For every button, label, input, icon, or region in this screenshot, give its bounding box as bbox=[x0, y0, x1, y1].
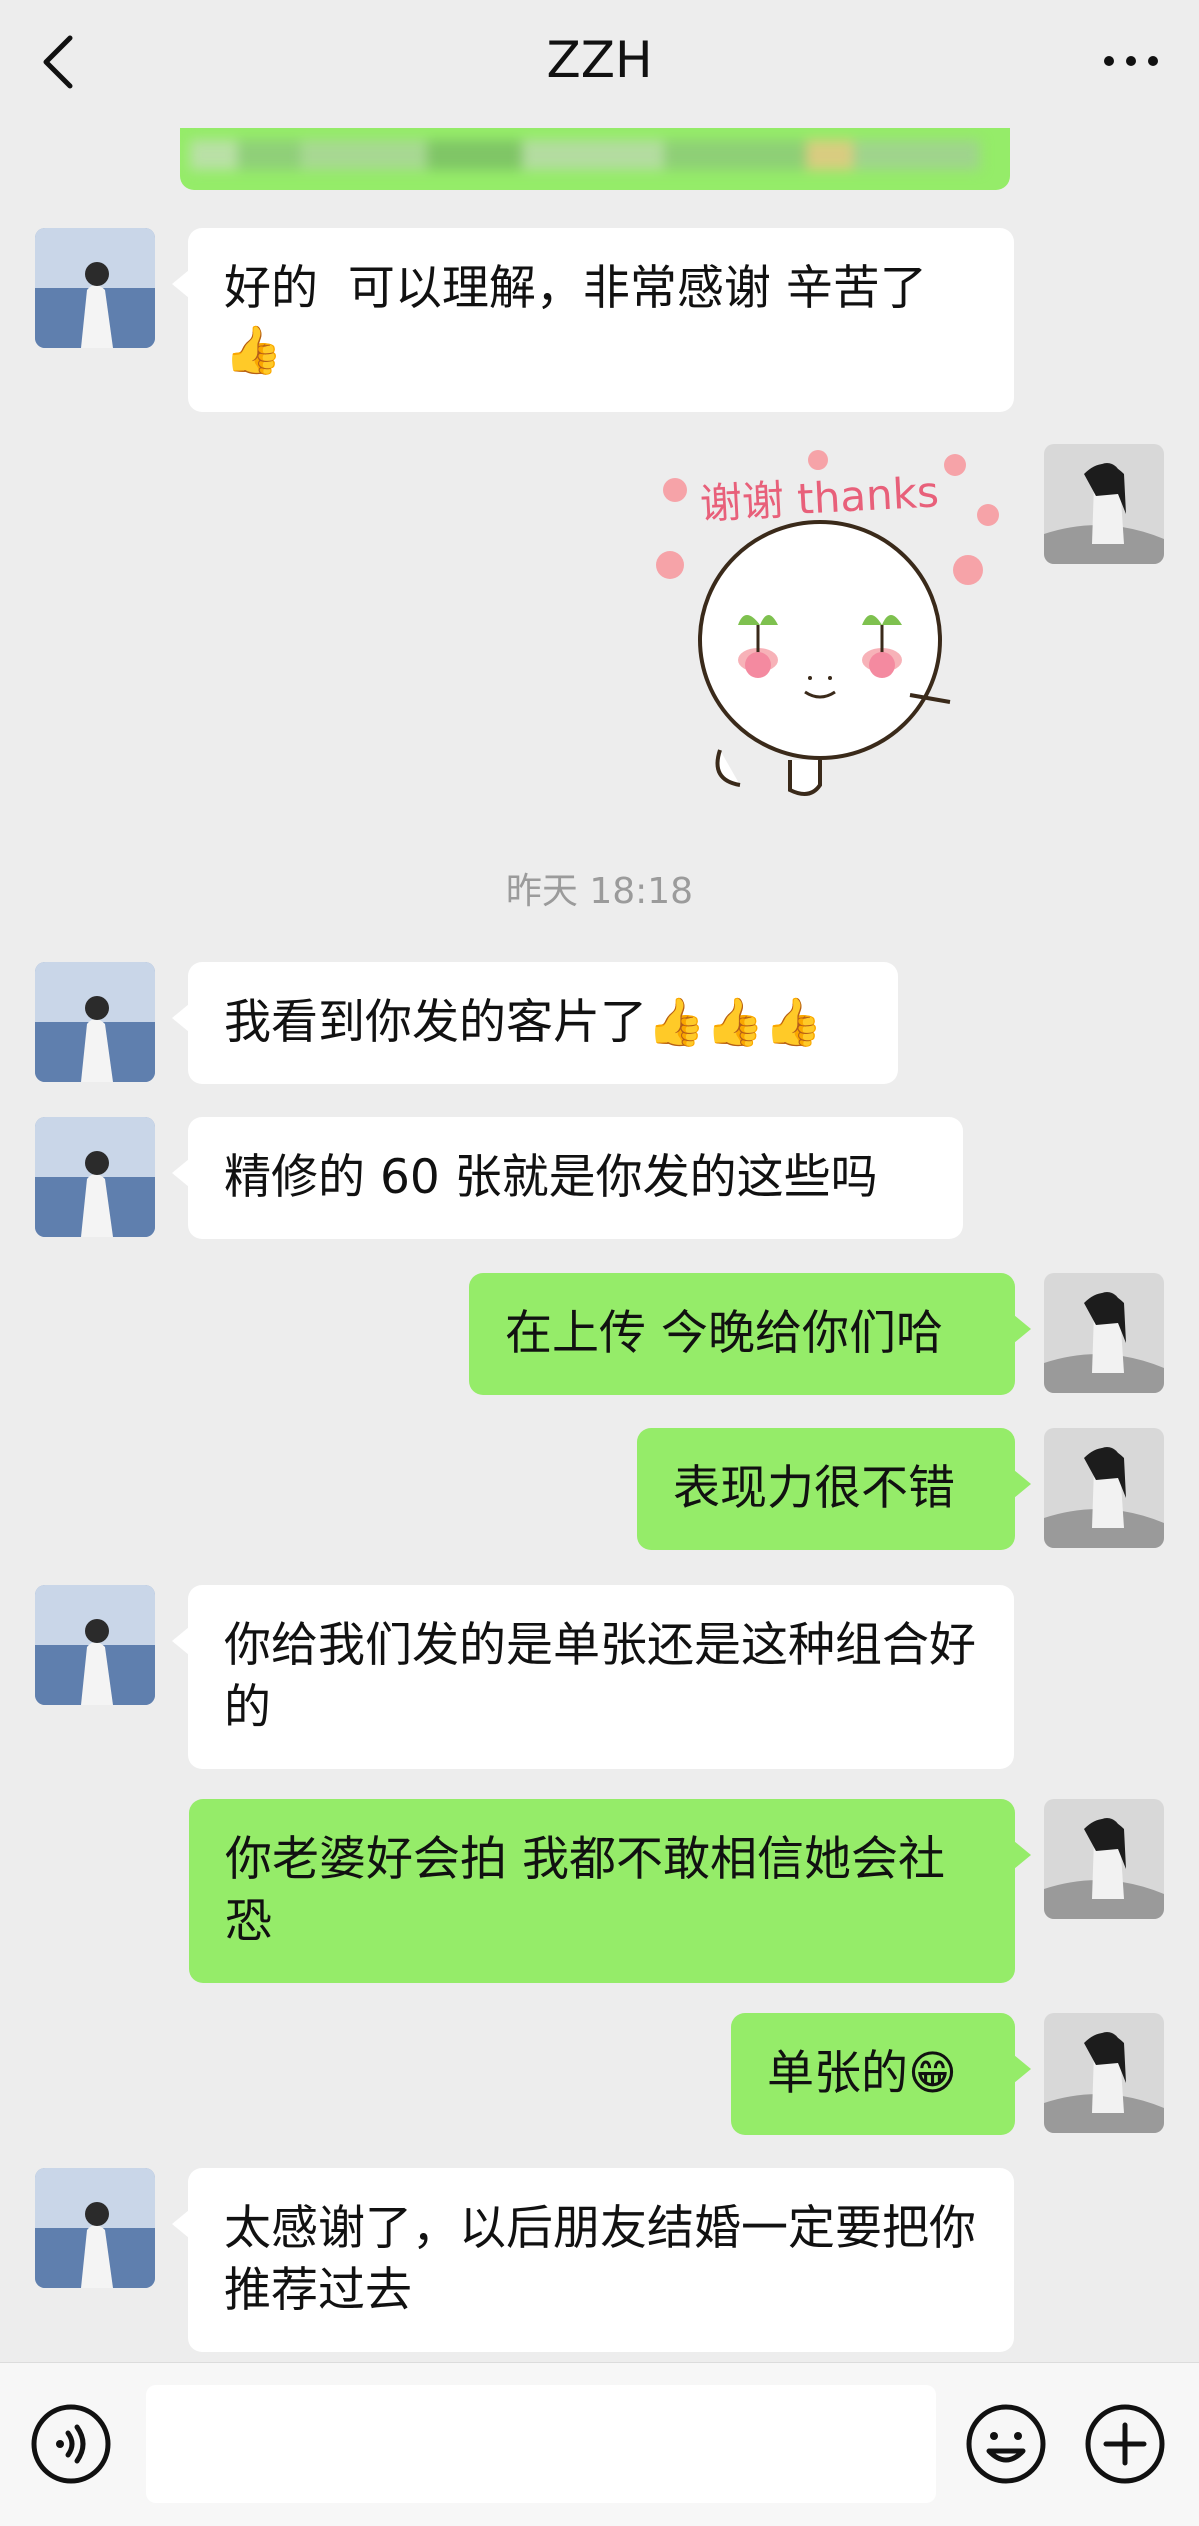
message-bubble[interactable]: 单张的😁 bbox=[731, 2013, 1031, 2135]
sticker-label: 谢谢 thanks bbox=[699, 467, 940, 528]
contact-avatar[interactable] bbox=[35, 1117, 155, 1237]
chat-title: ZZH bbox=[546, 31, 653, 89]
message-bubble[interactable]: 你给我们发的是单张还是这种组合好的 bbox=[172, 1585, 1014, 1769]
more-icon[interactable] bbox=[1101, 50, 1161, 72]
message-bubble[interactable]: 我看到你发的客片了👍👍👍 bbox=[172, 962, 898, 1084]
message-bubble[interactable]: 你老婆好会拍 我都不敢相信她会社恐 bbox=[189, 1799, 1031, 1983]
thanks-sticker[interactable]: 谢谢 thanks bbox=[650, 440, 1020, 810]
chat-header: ZZH bbox=[0, 0, 1199, 120]
user-avatar[interactable] bbox=[1044, 1273, 1164, 1393]
user-avatar[interactable] bbox=[1044, 444, 1164, 564]
blurred-message-bubble[interactable] bbox=[180, 128, 1010, 190]
contact-avatar[interactable] bbox=[35, 2168, 155, 2288]
user-avatar[interactable] bbox=[1044, 1799, 1164, 1919]
time-divider: 昨天 18:18 bbox=[505, 871, 694, 912]
message-bubble[interactable]: 精修的 60 张就是你发的这些吗 bbox=[172, 1117, 963, 1239]
input-bar bbox=[0, 2362, 1199, 2526]
message-input[interactable] bbox=[146, 2385, 936, 2503]
message-bubble[interactable]: 表现力很不错 bbox=[637, 1428, 1031, 1550]
message-bubble[interactable]: 好的 可以理解，非常感谢 辛苦了 👍 bbox=[172, 228, 1014, 412]
contact-avatar[interactable] bbox=[35, 1585, 155, 1705]
voice-icon[interactable] bbox=[30, 2403, 112, 2485]
contact-avatar[interactable] bbox=[35, 962, 155, 1082]
emoji-icon[interactable] bbox=[965, 2403, 1047, 2485]
plus-icon[interactable] bbox=[1084, 2403, 1166, 2485]
user-avatar[interactable] bbox=[1044, 1428, 1164, 1548]
message-bubble[interactable]: 在上传 今晚给你们哈 bbox=[469, 1273, 1031, 1395]
message-bubble[interactable]: 太感谢了，以后朋友结婚一定要把你推荐过去 bbox=[172, 2168, 1014, 2352]
user-avatar[interactable] bbox=[1044, 2013, 1164, 2133]
contact-avatar[interactable] bbox=[35, 228, 155, 348]
